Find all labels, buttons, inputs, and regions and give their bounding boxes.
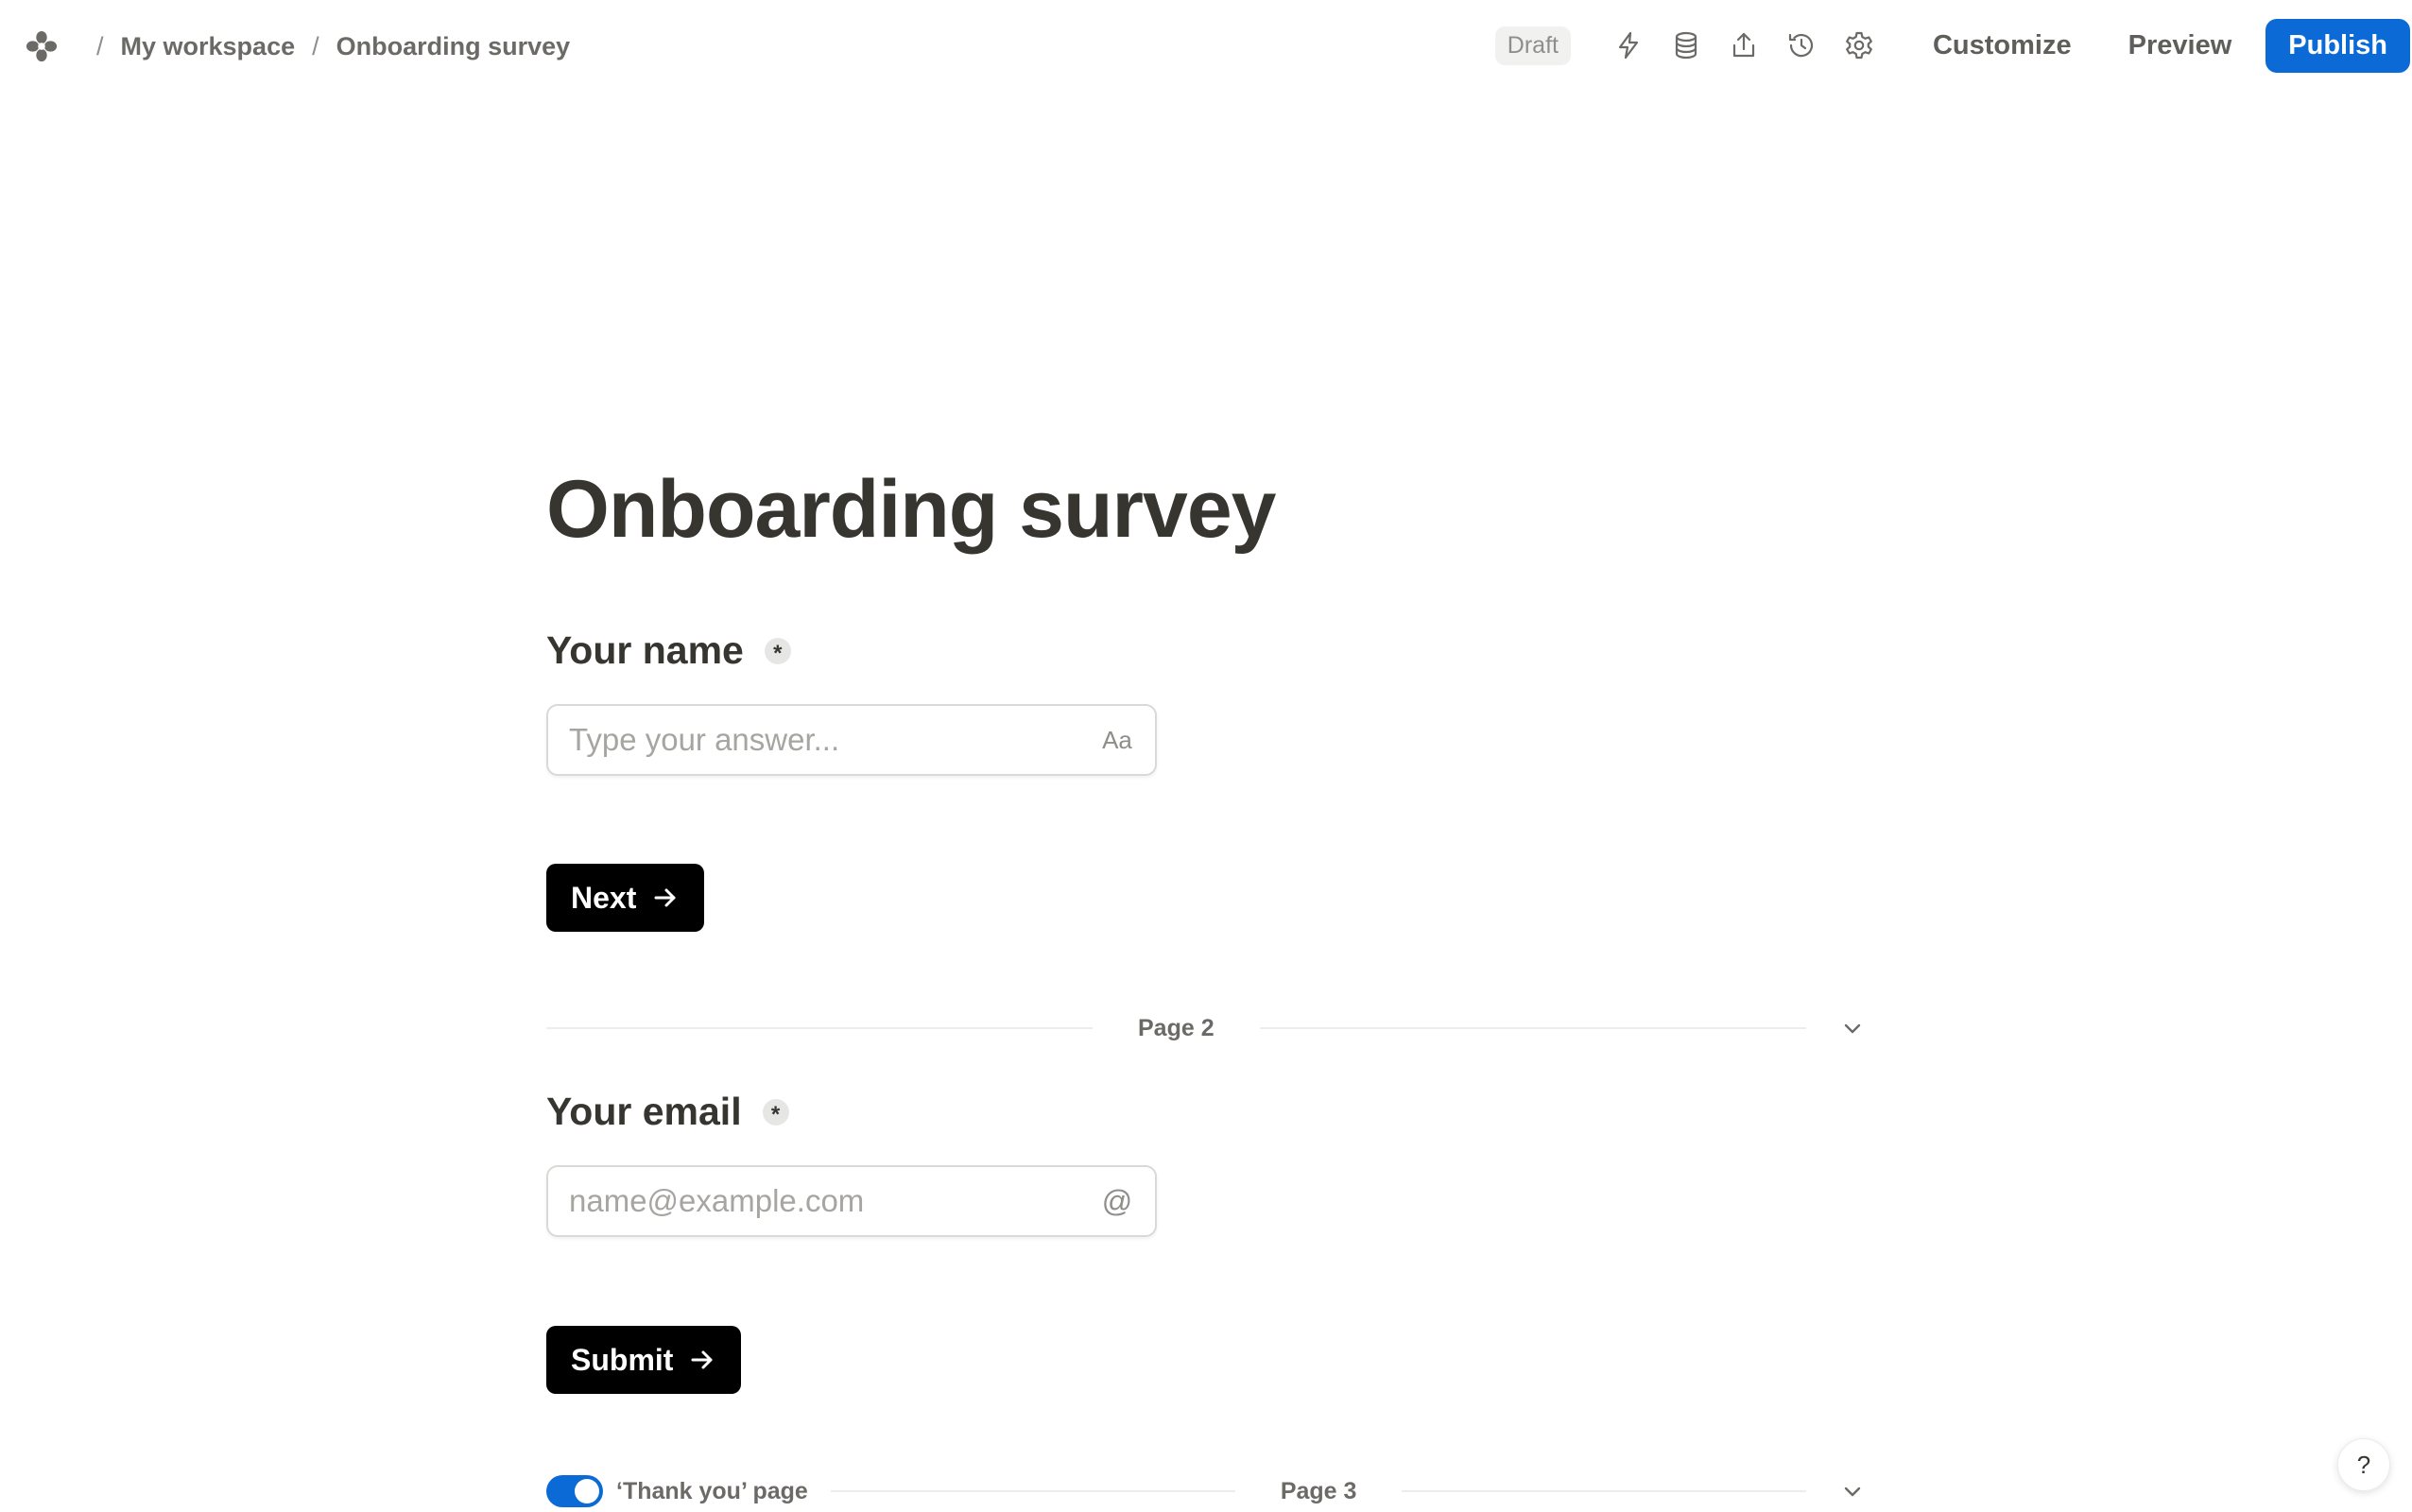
submit-button[interactable]: Submit — [546, 1326, 742, 1394]
divider-line — [1402, 1490, 1807, 1492]
next-button[interactable]: Next — [546, 864, 705, 932]
breadcrumb-separator: / — [96, 31, 104, 60]
arrow-right-icon — [691, 1350, 713, 1369]
divider-line — [1259, 1027, 1806, 1029]
toolbar: Draft Customize Preview Publish — [1494, 17, 2410, 74]
thank-you-toggle[interactable] — [546, 1475, 603, 1507]
breadcrumb-workspace[interactable]: My workspace — [121, 32, 296, 61]
form-title[interactable]: Onboarding survey — [546, 463, 1276, 557]
at-sign-icon: @ — [1101, 1183, 1133, 1218]
breadcrumb: / My workspace / Onboarding survey — [25, 21, 570, 72]
required-indicator: * — [764, 637, 791, 664]
name-input-box[interactable]: Aa — [546, 704, 1157, 776]
page-3-label[interactable]: Page 3 — [1281, 1478, 1357, 1505]
status-badge: Draft — [1494, 26, 1571, 65]
divider-line — [546, 1027, 1093, 1029]
question-email-label[interactable]: Your email * — [546, 1090, 789, 1134]
email-input-box[interactable]: @ — [546, 1165, 1157, 1237]
preview-button[interactable]: Preview — [2108, 21, 2253, 71]
history-icon[interactable] — [1782, 26, 1821, 65]
page-2-label[interactable]: Page 2 — [1138, 1015, 1215, 1042]
question-name-label[interactable]: Your name * — [546, 628, 791, 673]
chevron-down-icon[interactable] — [1837, 1476, 1868, 1506]
help-button[interactable]: ? — [2337, 1438, 2390, 1491]
lightning-icon[interactable] — [1609, 26, 1648, 65]
share-icon[interactable] — [1724, 26, 1764, 65]
customize-button[interactable]: Customize — [1912, 21, 2093, 71]
name-input[interactable] — [567, 721, 1098, 759]
submit-button-label: Submit — [571, 1342, 674, 1377]
publish-button[interactable]: Publish — [2266, 18, 2410, 73]
page-3-divider: ‘Thank you’ page Page 3 — [546, 1472, 1869, 1510]
toggle-knob — [575, 1479, 599, 1503]
chevron-down-icon[interactable] — [1837, 1013, 1868, 1043]
breadcrumb-form[interactable]: Onboarding survey — [336, 32, 571, 61]
page-2-divider: Page 2 — [546, 1009, 1869, 1047]
email-input[interactable] — [567, 1182, 1098, 1220]
gear-icon[interactable] — [1839, 26, 1879, 65]
breadcrumb-separator: / — [312, 31, 319, 60]
required-indicator: * — [762, 1098, 789, 1125]
question-text: Your email — [546, 1090, 742, 1133]
question-text: Your name — [546, 628, 744, 672]
arrow-right-icon — [654, 888, 676, 907]
top-bar: / My workspace / Onboarding survey Draft — [0, 0, 2412, 93]
text-type-icon: Aa — [1102, 725, 1132, 754]
flower-logo-icon[interactable] — [25, 29, 59, 63]
database-icon[interactable] — [1666, 26, 1706, 65]
thank-you-label[interactable]: ‘Thank you’ page — [616, 1478, 808, 1505]
divider-line — [830, 1490, 1235, 1492]
next-button-label: Next — [571, 880, 637, 915]
